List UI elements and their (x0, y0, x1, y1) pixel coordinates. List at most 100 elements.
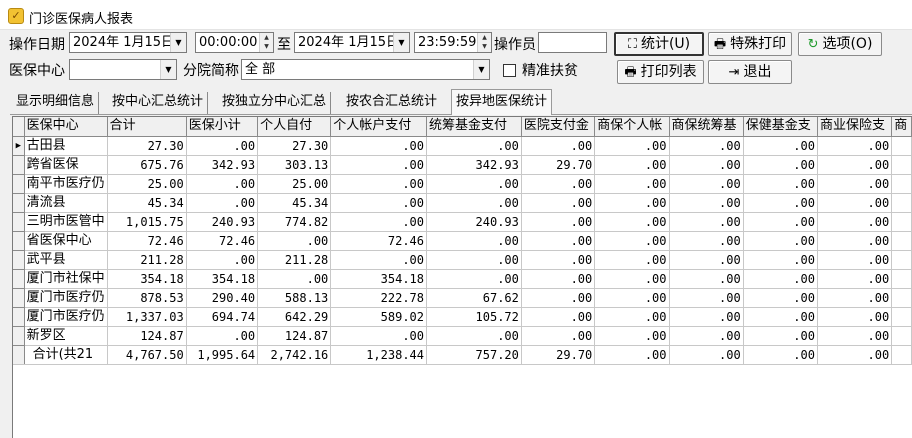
cell-amount[interactable]: 27.30 (257, 136, 332, 156)
cell-insurance-center[interactable]: 新罗区 (24, 326, 108, 346)
cell-amount[interactable]: .00 (669, 136, 744, 156)
tab-center-summary[interactable]: 按中心汇总统计 (108, 92, 209, 114)
cell-amount[interactable]: .00 (186, 136, 259, 156)
cell-amount[interactable]: .00 (669, 250, 744, 270)
cell-amount[interactable]: 27.30 (107, 136, 187, 156)
cell-amount[interactable]: .00 (257, 231, 332, 251)
column-header[interactable]: 个人自付 (257, 117, 332, 137)
cell-amount[interactable]: 354.18 (107, 269, 187, 289)
cell-amount[interactable]: .00 (426, 231, 522, 251)
cell-amount[interactable]: 29.70 (521, 155, 596, 175)
cell-amount[interactable]: .00 (330, 250, 427, 270)
cell-amount[interactable]: 211.28 (257, 250, 332, 270)
cell-amount[interactable]: .00 (817, 307, 893, 327)
column-header[interactable]: 统筹基金支付 (426, 117, 522, 137)
start-date-picker[interactable]: 2024年 1月15日 ▼ (69, 32, 187, 53)
chevron-down-icon[interactable]: ▼ (473, 60, 489, 79)
cell-amount[interactable]: .00 (594, 193, 670, 213)
time-spinner-icon[interactable]: ▲ ▼ (259, 33, 273, 52)
cell-amount[interactable]: .00 (330, 174, 427, 194)
cell-amount[interactable]: .00 (743, 193, 818, 213)
cell-amount[interactable]: .00 (817, 269, 893, 289)
cell-amount[interactable]: .00 (521, 269, 596, 289)
exit-button[interactable]: ⇥ 退出 (708, 60, 792, 84)
cell-amount[interactable]: .00 (817, 250, 893, 270)
total-amount[interactable]: 4,767.50 (107, 345, 187, 365)
total-amount[interactable]: 1,238.44 (330, 345, 427, 365)
tab-remote-insurance[interactable]: 按异地医保统计 (451, 89, 553, 115)
total-amount[interactable]: 2,742.16 (257, 345, 332, 365)
print-list-button[interactable]: 🖶 打印列表 (617, 60, 704, 84)
cell-amount[interactable]: .00 (594, 326, 670, 346)
column-header[interactable]: 商业保险支 (817, 117, 893, 137)
cell-amount[interactable]: 25.00 (107, 174, 187, 194)
cell-amount[interactable]: 222.78 (330, 288, 427, 308)
cell-amount[interactable]: .00 (817, 136, 893, 156)
total-amount[interactable]: 29.70 (521, 345, 596, 365)
total-row[interactable]: 合计(共21 4,767.50 1,995.64 2,742.16 1,238.44 75… (13, 345, 912, 365)
cell-amount[interactable]: 67.62 (426, 288, 522, 308)
total-amount[interactable]: .00 (594, 345, 670, 365)
tab-sub-center-summary[interactable]: 按独立分中心汇总 (218, 92, 332, 114)
cell-amount[interactable]: 240.93 (426, 212, 522, 232)
cell-amount[interactable]: 240.93 (186, 212, 259, 232)
cell-amount[interactable]: .00 (669, 231, 744, 251)
cell-amount[interactable]: .00 (743, 155, 818, 175)
cell-amount[interactable]: .00 (521, 250, 596, 270)
cell-amount[interactable]: .00 (330, 326, 427, 346)
cell-insurance-center[interactable]: 省医保中心 (24, 231, 108, 251)
column-header[interactable]: 医院支付金 (521, 117, 596, 137)
cell-insurance-center[interactable]: 古田县 (24, 136, 108, 156)
cell-amount[interactable]: .00 (186, 326, 259, 346)
total-amount[interactable]: .00 (669, 345, 744, 365)
table-row[interactable]: 新罗区 124.87.00 124.87.00.00.00.00.00.00.00 (13, 326, 912, 346)
cell-amount[interactable]: .00 (521, 307, 596, 327)
cell-insurance-center[interactable]: 三明市医管中 (24, 212, 108, 232)
table-row[interactable]: 跨省医保 675.76 342.93 303.13.00 342.93 29.70.00.… (13, 155, 912, 175)
total-amount[interactable]: .00 (817, 345, 893, 365)
cell-amount[interactable]: .00 (257, 269, 332, 289)
cell-amount[interactable]: .00 (817, 326, 893, 346)
cell-amount[interactable]: 642.29 (257, 307, 332, 327)
column-header[interactable]: 个人帐户支付 (330, 117, 427, 137)
cell-amount[interactable]: .00 (594, 231, 670, 251)
cell-amount[interactable]: .00 (669, 212, 744, 232)
column-header[interactable]: 商保统筹基 (669, 117, 744, 137)
column-header[interactable]: 保健基金支 (743, 117, 818, 137)
table-row[interactable]: 南平市医疗仍 25.00.00 25.00.00.00.00.00.00.00.00 (13, 174, 912, 194)
cell-insurance-center[interactable]: 清流县 (24, 193, 108, 213)
options-button[interactable]: ↻ 选项(O) (798, 32, 882, 56)
cell-amount[interactable]: .00 (426, 174, 522, 194)
cell-insurance-center[interactable]: 厦门市医疗仍 (24, 288, 108, 308)
cell-amount[interactable]: .00 (817, 231, 893, 251)
cell-amount[interactable]: 342.93 (186, 155, 259, 175)
cell-amount[interactable]: .00 (426, 193, 522, 213)
cell-amount[interactable]: 588.13 (257, 288, 332, 308)
cell-amount[interactable]: .00 (743, 174, 818, 194)
cell-amount[interactable]: 45.34 (107, 193, 187, 213)
table-row[interactable]: ▶ 古田县 27.30.00 27.30.00.00.00.00.00.00.00 (13, 136, 912, 156)
cell-amount[interactable]: 774.82 (257, 212, 332, 232)
end-time-field[interactable]: 23:59:59 ▲ ▼ (414, 32, 492, 53)
cell-amount[interactable]: .00 (330, 155, 427, 175)
stats-button[interactable]: ⛶ 统计(U) (614, 32, 704, 56)
cell-amount[interactable]: .00 (521, 136, 596, 156)
cell-amount[interactable]: .00 (426, 136, 522, 156)
cell-amount[interactable]: .00 (330, 193, 427, 213)
table-row[interactable]: 厦门市医疗仍 878.53 290.40 588.13 222.78 67.62.00.0… (13, 288, 912, 308)
column-header[interactable]: 商 (891, 117, 912, 137)
branch-select[interactable]: 全 部 ▼ (241, 59, 490, 80)
cell-amount[interactable]: .00 (521, 193, 596, 213)
cell-insurance-center[interactable]: 跨省医保 (24, 155, 108, 175)
table-row[interactable]: 三明市医管中 1,015.75 240.93 774.82.00 240.93.00.0… (13, 212, 912, 232)
cell-amount[interactable]: .00 (817, 174, 893, 194)
cell-amount[interactable]: .00 (521, 174, 596, 194)
cell-amount[interactable]: .00 (817, 288, 893, 308)
cell-amount[interactable]: 1,337.03 (107, 307, 187, 327)
operator-input[interactable] (538, 32, 607, 53)
cell-amount[interactable]: .00 (594, 307, 670, 327)
stats-grid[interactable]: 医保中心 合计 医保小计 个人自付 个人帐户支付 统筹基金支付 医院支付金 商保… (12, 116, 912, 438)
cell-amount[interactable]: .00 (817, 193, 893, 213)
cell-amount[interactable]: 25.00 (257, 174, 332, 194)
cell-amount[interactable]: .00 (426, 250, 522, 270)
